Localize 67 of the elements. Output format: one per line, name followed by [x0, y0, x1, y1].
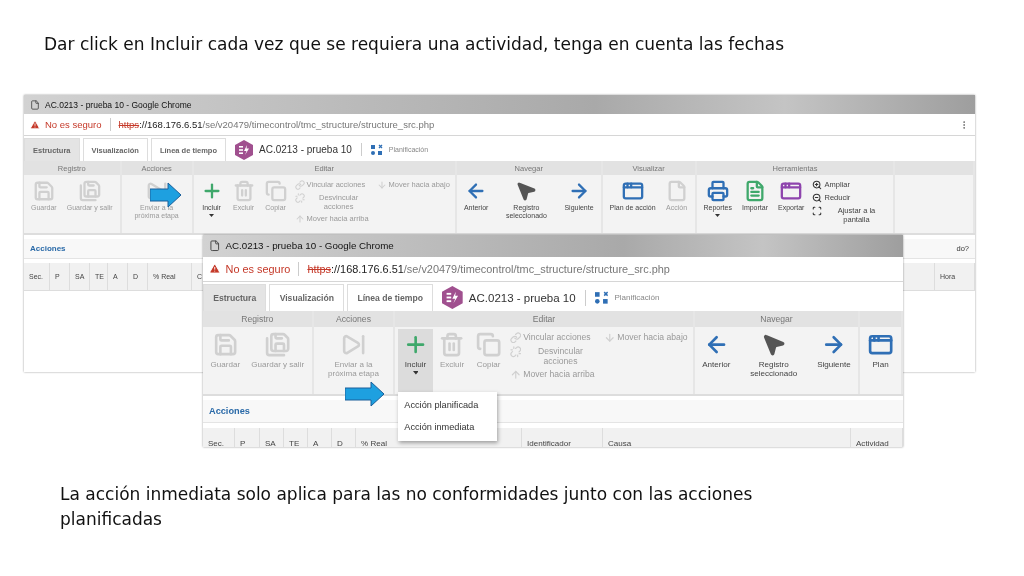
tab[interactable]: Estructura: [203, 284, 267, 311]
column-header: Causa: [603, 427, 851, 447]
window-title: AC.0213 - prueba 10 - Google Chrome: [45, 99, 192, 110]
zoom-out-icon: [812, 193, 823, 203]
warning-icon: [30, 119, 40, 130]
save-icon: [32, 180, 55, 202]
group-header: Navegar: [694, 310, 859, 327]
ribbon-button[interactable]: Registro seleccionado: [736, 329, 811, 392]
record-title: AC.0213 - prueba 10: [468, 291, 576, 304]
column-header: D: [332, 427, 356, 447]
save-icon: [212, 332, 238, 358]
ribbon-button[interactable]: Siguiente: [812, 329, 856, 392]
column-header: P: [235, 427, 260, 447]
slide-caption: La acción inmediata solo aplica para las no conformidades junto con las acciones planificadas: [60, 483, 754, 531]
save-exit-icon: [265, 332, 291, 358]
arrow-icon: [345, 381, 385, 407]
copy-icon: [264, 180, 287, 202]
arrow-down-icon: [603, 332, 616, 344]
planning-icon: [370, 143, 383, 156]
window-icon: [621, 180, 644, 202]
pointer-icon: [515, 180, 538, 202]
arrow-up-icon: [294, 214, 305, 224]
arrow-up-icon: [509, 369, 522, 381]
link-icon: [294, 180, 305, 190]
url-text[interactable]: https://168.176.6.51/se/v20479/timecontrol/tmc_structure/structure_src.php: [307, 263, 670, 275]
caret-icon: [209, 214, 215, 218]
window-icon: [780, 180, 803, 202]
menu-item[interactable]: Acción planificada: [398, 394, 498, 417]
unlink-icon: [509, 346, 522, 358]
column-header: TE: [284, 427, 308, 447]
arrow-down-icon: [376, 180, 387, 190]
save-exit-icon: [78, 180, 101, 202]
record-title: AC.0213 - prueba 10: [259, 144, 352, 155]
column-header: Sec.: [203, 427, 235, 447]
module-link[interactable]: Planificación: [614, 293, 660, 303]
tab[interactable]: Línea de tiempo: [347, 284, 434, 311]
page-icon: [209, 240, 221, 252]
page-icon: [30, 99, 40, 110]
group-header: Editar: [395, 310, 693, 327]
tab[interactable]: Visualización: [269, 284, 345, 311]
window-title: AC.0213 - prueba 10 - Google Chrome: [225, 240, 394, 252]
planning-icon: [594, 290, 609, 305]
scan-icon: [812, 206, 823, 216]
section-title: Acciones: [209, 406, 250, 417]
column-header: Identificador: [522, 427, 603, 447]
column-header: Actividad: [851, 427, 903, 447]
column-header: A: [308, 427, 332, 447]
logo-icon: [235, 139, 253, 160]
url-text[interactable]: https://168.176.6.51/se/v20479/timecontrol/tmc_structure/structure_src.php: [118, 119, 435, 130]
unlink-icon: [294, 193, 305, 203]
ribbon-button[interactable]: Plan: [863, 329, 898, 392]
warning-icon: [209, 263, 221, 275]
ribbon-button[interactable]: Anterior: [697, 329, 735, 392]
printer-icon: [706, 180, 729, 202]
slide-caption: Dar click en Incluir cada vez que se requiera una actividad, tenga en cuenta las fechas: [44, 34, 786, 54]
column-header: SA: [260, 427, 284, 447]
logo-icon: [442, 286, 463, 310]
zoom-in-icon: [812, 180, 823, 190]
trash-icon: [439, 332, 465, 358]
ribbon-button[interactable]: Incluir: [398, 329, 433, 392]
copy-icon: [475, 332, 502, 358]
link-icon: [509, 332, 522, 344]
security-label[interactable]: No es seguro: [45, 119, 102, 130]
section-title: Acciones: [30, 244, 66, 253]
trash-icon: [232, 180, 255, 202]
caret-icon: [715, 214, 721, 218]
pointer-icon: [761, 332, 787, 358]
